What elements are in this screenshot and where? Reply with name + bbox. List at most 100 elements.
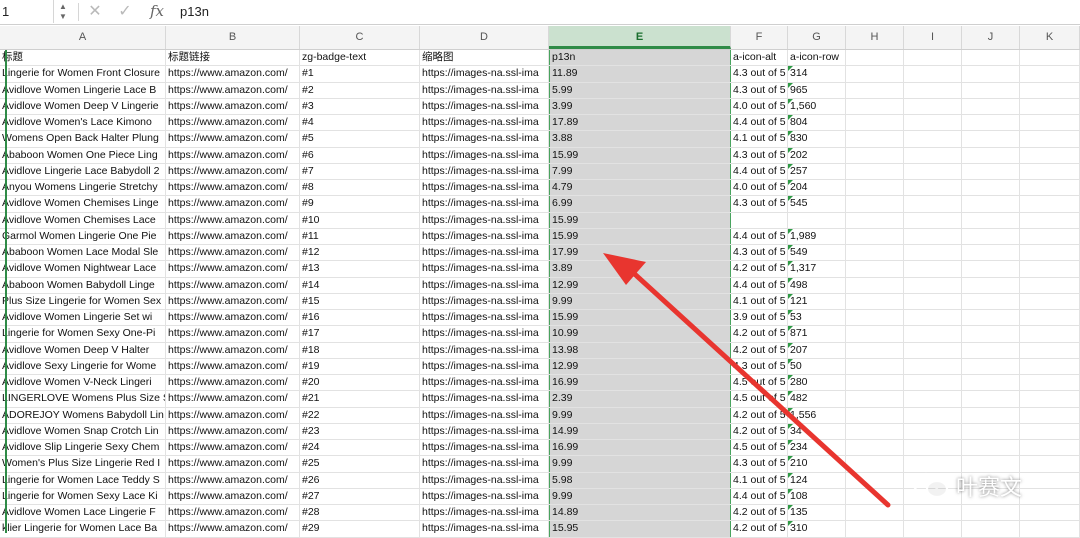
- table-cell[interactable]: 1,989: [788, 228, 846, 244]
- table-cell[interactable]: klier Lingerie for Women Lace Ba: [0, 521, 166, 537]
- table-cell[interactable]: #23: [300, 423, 420, 439]
- table-cell[interactable]: #24: [300, 440, 420, 456]
- column-title-cell[interactable]: zg-badge-text: [300, 50, 420, 66]
- table-cell[interactable]: 2.39: [549, 391, 731, 407]
- formula-input[interactable]: p13n: [180, 0, 209, 23]
- table-cell[interactable]: [962, 521, 1020, 537]
- table-cell[interactable]: [904, 293, 962, 309]
- column-title-cell[interactable]: 标题: [0, 50, 166, 66]
- table-cell[interactable]: 17.99: [549, 245, 731, 261]
- table-cell[interactable]: 10.99: [549, 326, 731, 342]
- table-cell[interactable]: https://images-na.ssl-ima: [420, 423, 549, 439]
- table-cell[interactable]: [904, 98, 962, 114]
- table-cell[interactable]: https://images-na.ssl-ima: [420, 440, 549, 456]
- table-cell[interactable]: https://www.amazon.com/: [166, 391, 300, 407]
- table-cell[interactable]: https://images-na.ssl-ima: [420, 82, 549, 98]
- table-cell[interactable]: [1020, 423, 1080, 439]
- table-cell[interactable]: https://www.amazon.com/: [166, 358, 300, 374]
- table-cell[interactable]: #6: [300, 147, 420, 163]
- table-cell[interactable]: 314: [788, 66, 846, 82]
- table-cell[interactable]: [1020, 505, 1080, 521]
- column-header-k[interactable]: K: [1020, 26, 1080, 49]
- table-cell[interactable]: [904, 521, 962, 537]
- table-cell[interactable]: https://www.amazon.com/: [166, 407, 300, 423]
- table-cell[interactable]: 1,317: [788, 261, 846, 277]
- table-cell[interactable]: https://www.amazon.com/: [166, 293, 300, 309]
- table-cell[interactable]: [904, 245, 962, 261]
- table-cell[interactable]: [1020, 326, 1080, 342]
- table-cell[interactable]: #2: [300, 82, 420, 98]
- table-cell[interactable]: #8: [300, 180, 420, 196]
- table-cell[interactable]: 210: [788, 456, 846, 472]
- table-cell[interactable]: 11.89: [549, 66, 731, 82]
- table-cell[interactable]: 12.99: [549, 358, 731, 374]
- column-title-cell[interactable]: 标题链接: [166, 50, 300, 66]
- table-cell[interactable]: https://www.amazon.com/: [166, 245, 300, 261]
- table-cell[interactable]: #20: [300, 375, 420, 391]
- table-cell[interactable]: https://www.amazon.com/: [166, 180, 300, 196]
- table-cell[interactable]: #19: [300, 358, 420, 374]
- table-cell[interactable]: https://www.amazon.com/: [166, 505, 300, 521]
- table-cell[interactable]: [962, 261, 1020, 277]
- table-cell[interactable]: #7: [300, 163, 420, 179]
- table-cell[interactable]: https://images-na.ssl-ima: [420, 456, 549, 472]
- column-header-d[interactable]: D: [420, 26, 549, 49]
- table-cell[interactable]: [846, 82, 904, 98]
- table-cell[interactable]: [1020, 147, 1080, 163]
- column-title-cell[interactable]: [1020, 50, 1080, 66]
- column-title-cell[interactable]: [904, 50, 962, 66]
- table-cell[interactable]: 15.99: [549, 310, 731, 326]
- table-cell[interactable]: 4.3 out of 5: [731, 147, 788, 163]
- table-cell[interactable]: 4.2 out of 5: [731, 342, 788, 358]
- table-cell[interactable]: [962, 163, 1020, 179]
- table-cell[interactable]: 15.99: [549, 147, 731, 163]
- table-cell[interactable]: [962, 228, 1020, 244]
- table-cell[interactable]: [962, 147, 1020, 163]
- table-cell[interactable]: 4.5 out of 5: [731, 391, 788, 407]
- table-cell[interactable]: https://www.amazon.com/: [166, 228, 300, 244]
- table-cell[interactable]: https://www.amazon.com/: [166, 472, 300, 488]
- table-cell[interactable]: 17.89: [549, 115, 731, 131]
- table-cell[interactable]: 4.3 out of 5: [731, 66, 788, 82]
- table-cell[interactable]: [904, 407, 962, 423]
- table-cell[interactable]: Lingerie for Women Sexy One-Pi: [0, 326, 166, 342]
- table-cell[interactable]: https://images-na.ssl-ima: [420, 196, 549, 212]
- table-cell[interactable]: Avidlove Slip Lingerie Sexy Chem: [0, 440, 166, 456]
- table-cell[interactable]: https://images-na.ssl-ima: [420, 310, 549, 326]
- table-cell[interactable]: 15.99: [549, 228, 731, 244]
- table-cell[interactable]: 34: [788, 423, 846, 439]
- column-header-f[interactable]: F: [731, 26, 788, 49]
- table-cell[interactable]: #21: [300, 391, 420, 407]
- table-cell[interactable]: [904, 440, 962, 456]
- table-cell[interactable]: #17: [300, 326, 420, 342]
- spreadsheet-grid[interactable]: ABCDEFGHIJK 标题 标题链接 zg-badge-text 缩略图 p13n a-…: [0, 26, 1080, 538]
- table-cell[interactable]: #27: [300, 488, 420, 504]
- table-cell[interactable]: https://images-na.ssl-ima: [420, 180, 549, 196]
- table-cell[interactable]: 498: [788, 277, 846, 293]
- table-cell[interactable]: #14: [300, 277, 420, 293]
- table-cell[interactable]: [731, 212, 788, 228]
- table-cell[interactable]: [904, 342, 962, 358]
- table-cell[interactable]: [904, 163, 962, 179]
- table-cell[interactable]: https://images-na.ssl-ima: [420, 521, 549, 537]
- table-cell[interactable]: 4.1 out of 5: [731, 293, 788, 309]
- table-cell[interactable]: [1020, 82, 1080, 98]
- table-cell[interactable]: 4.4 out of 5: [731, 488, 788, 504]
- table-cell[interactable]: https://www.amazon.com/: [166, 440, 300, 456]
- table-cell[interactable]: https://www.amazon.com/: [166, 277, 300, 293]
- table-cell[interactable]: [962, 245, 1020, 261]
- table-cell[interactable]: [846, 358, 904, 374]
- table-cell[interactable]: https://images-na.ssl-ima: [420, 293, 549, 309]
- table-cell[interactable]: #16: [300, 310, 420, 326]
- table-cell[interactable]: 871: [788, 326, 846, 342]
- table-cell[interactable]: https://images-na.ssl-ima: [420, 131, 549, 147]
- table-cell[interactable]: [846, 212, 904, 228]
- table-cell[interactable]: 13.98: [549, 342, 731, 358]
- cancel-icon[interactable]: ✕: [86, 0, 104, 23]
- table-cell[interactable]: 9.99: [549, 293, 731, 309]
- table-cell[interactable]: #9: [300, 196, 420, 212]
- table-cell[interactable]: [846, 488, 904, 504]
- table-cell[interactable]: [1020, 245, 1080, 261]
- table-cell[interactable]: https://www.amazon.com/: [166, 82, 300, 98]
- table-cell[interactable]: 124: [788, 472, 846, 488]
